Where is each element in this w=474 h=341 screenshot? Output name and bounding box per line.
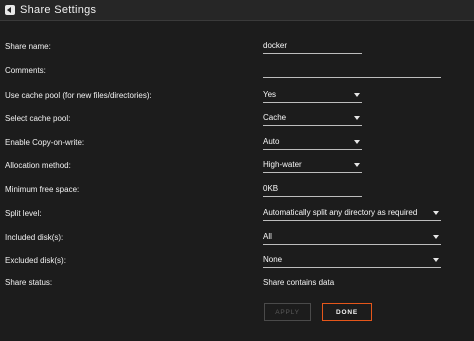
min-free-space-input[interactable]: 0KB	[263, 182, 362, 197]
apply-button[interactable]: APPLY	[264, 303, 311, 321]
comments-input[interactable]	[263, 63, 441, 78]
included-disks-select[interactable]: All	[263, 230, 441, 245]
setting-row-copy-on-write: Enable Copy-on-write: Auto	[0, 131, 474, 154]
chevron-down-icon	[433, 235, 439, 239]
share-status-value: Share contains data	[263, 278, 335, 287]
included-disks-label: Included disk(s):	[5, 233, 64, 242]
share-name-input[interactable]: docker	[263, 39, 362, 54]
allocation-method-select[interactable]: High-water	[263, 158, 362, 173]
chevron-down-icon	[354, 93, 360, 97]
allocation-method-label: Allocation method:	[5, 161, 71, 170]
done-button[interactable]: DONE	[322, 303, 372, 321]
chevron-down-icon	[433, 211, 439, 215]
setting-row-select-cache-pool: Select cache pool: Cache	[0, 107, 474, 130]
setting-row-split-level: Split level: Automatically split any dir…	[0, 202, 474, 225]
chevron-down-icon	[354, 163, 360, 167]
setting-row-use-cache-pool: Use cache pool (for new files/directorie…	[0, 84, 474, 107]
back-arrow-icon	[5, 5, 15, 15]
excluded-disks-label: Excluded disk(s):	[5, 256, 66, 265]
select-cache-pool-select[interactable]: Cache	[263, 111, 362, 126]
chevron-down-icon	[354, 140, 360, 144]
setting-row-comments: Comments:	[0, 59, 474, 82]
use-cache-pool-label: Use cache pool (for new files/directorie…	[5, 91, 152, 100]
setting-row-included-disks: Included disk(s): All	[0, 226, 474, 249]
excluded-disks-select[interactable]: None	[263, 253, 441, 268]
chevron-down-icon	[433, 258, 439, 262]
copy-on-write-select[interactable]: Auto	[263, 135, 362, 150]
share-name-label: Share name:	[5, 42, 51, 51]
comments-label: Comments:	[5, 66, 46, 75]
window-title: Share Settings	[20, 4, 97, 16]
copy-on-write-label: Enable Copy-on-write:	[5, 138, 85, 147]
setting-row-excluded-disks: Excluded disk(s): None	[0, 249, 474, 272]
share-status-label: Share status:	[5, 278, 53, 287]
title-bar: Share Settings	[0, 0, 474, 21]
min-free-space-label: Minimum free space:	[5, 185, 80, 194]
select-cache-pool-label: Select cache pool:	[5, 114, 71, 123]
split-level-select[interactable]: Automatically split any directory as req…	[263, 206, 441, 221]
use-cache-pool-select[interactable]: Yes	[263, 88, 362, 103]
setting-row-allocation-method: Allocation method: High-water	[0, 154, 474, 177]
setting-row-share-name: Share name: docker	[0, 35, 474, 58]
chevron-down-icon	[354, 116, 360, 120]
split-level-label: Split level:	[5, 209, 42, 218]
setting-row-share-status: Share status: Share contains data	[0, 271, 474, 294]
setting-row-min-free-space: Minimum free space: 0KB	[0, 178, 474, 201]
